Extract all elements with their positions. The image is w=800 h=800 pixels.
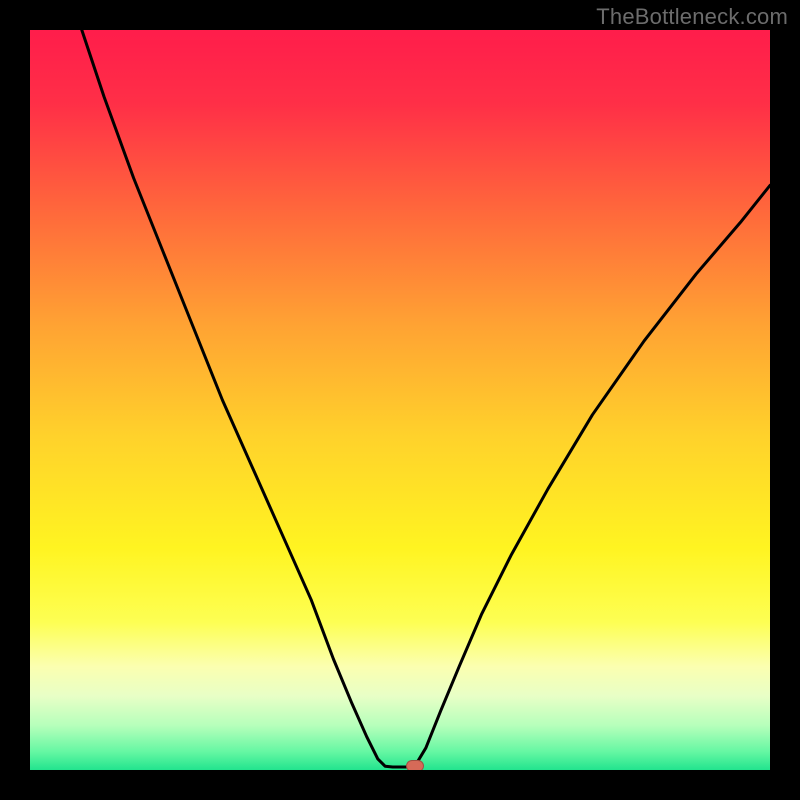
bottleneck-curve xyxy=(30,30,770,770)
optimal-marker xyxy=(406,760,424,770)
plot-area xyxy=(30,30,770,770)
watermark-text: TheBottleneck.com xyxy=(596,4,788,30)
chart-frame: TheBottleneck.com xyxy=(0,0,800,800)
